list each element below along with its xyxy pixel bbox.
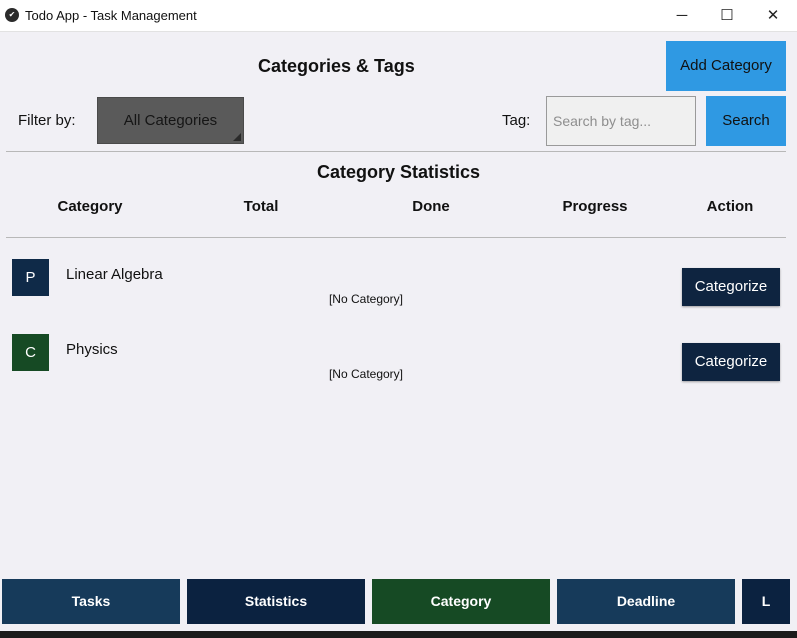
close-button[interactable]: ✕ [750,0,796,31]
divider [6,237,786,238]
dropdown-corner-icon [233,133,241,141]
category-avatar: P [12,259,49,296]
filter-label: Filter by: [18,112,76,129]
column-header-done: Done [412,198,450,215]
divider [6,151,786,152]
category-filter-dropdown[interactable]: All Categories [97,97,244,144]
page-title: Categories & Tags [258,56,415,76]
column-header-progress: Progress [562,198,628,215]
category-avatar: C [12,334,49,371]
tag-search-input[interactable] [546,96,696,146]
bottom-nav: Tasks Statistics Category Deadline L [0,572,797,638]
table-row: C Physics [No Category] Categorize [0,333,797,393]
task-name: Linear Algebra [66,266,163,283]
column-header-total: Total [243,198,279,215]
window-title: Todo App - Task Management [25,8,197,23]
filter-selected-value: All Categories [123,112,218,129]
nav-l-button[interactable]: L [742,579,790,624]
nav-category-button[interactable]: Category [372,579,550,624]
nav-tasks-button[interactable]: Tasks [2,579,180,624]
nav-deadline-button[interactable]: Deadline [557,579,735,624]
nav-statistics-button[interactable]: Statistics [187,579,365,624]
table-row: P Linear Algebra [No Category] Categoriz… [0,258,797,318]
minimize-button[interactable]: ─ [659,0,705,31]
column-header-category: Category [57,198,123,215]
categorize-button[interactable]: Categorize [682,343,780,381]
task-category: [No Category] [328,292,404,306]
task-name: Physics [66,341,118,358]
section-title: Category Statistics [316,162,481,182]
title-bar: ✔ Todo App - Task Management ─ ☐ ✕ [0,0,797,32]
maximize-button[interactable]: ☐ [704,0,750,31]
task-category: [No Category] [328,367,404,381]
categorize-button[interactable]: Categorize [682,268,780,306]
tag-label: Tag: [502,112,531,129]
app-icon: ✔ [5,8,19,22]
taskbar-strip [0,631,797,638]
column-header-action: Action [706,198,754,215]
add-category-button[interactable]: Add Category [666,41,786,91]
search-button[interactable]: Search [706,96,786,146]
